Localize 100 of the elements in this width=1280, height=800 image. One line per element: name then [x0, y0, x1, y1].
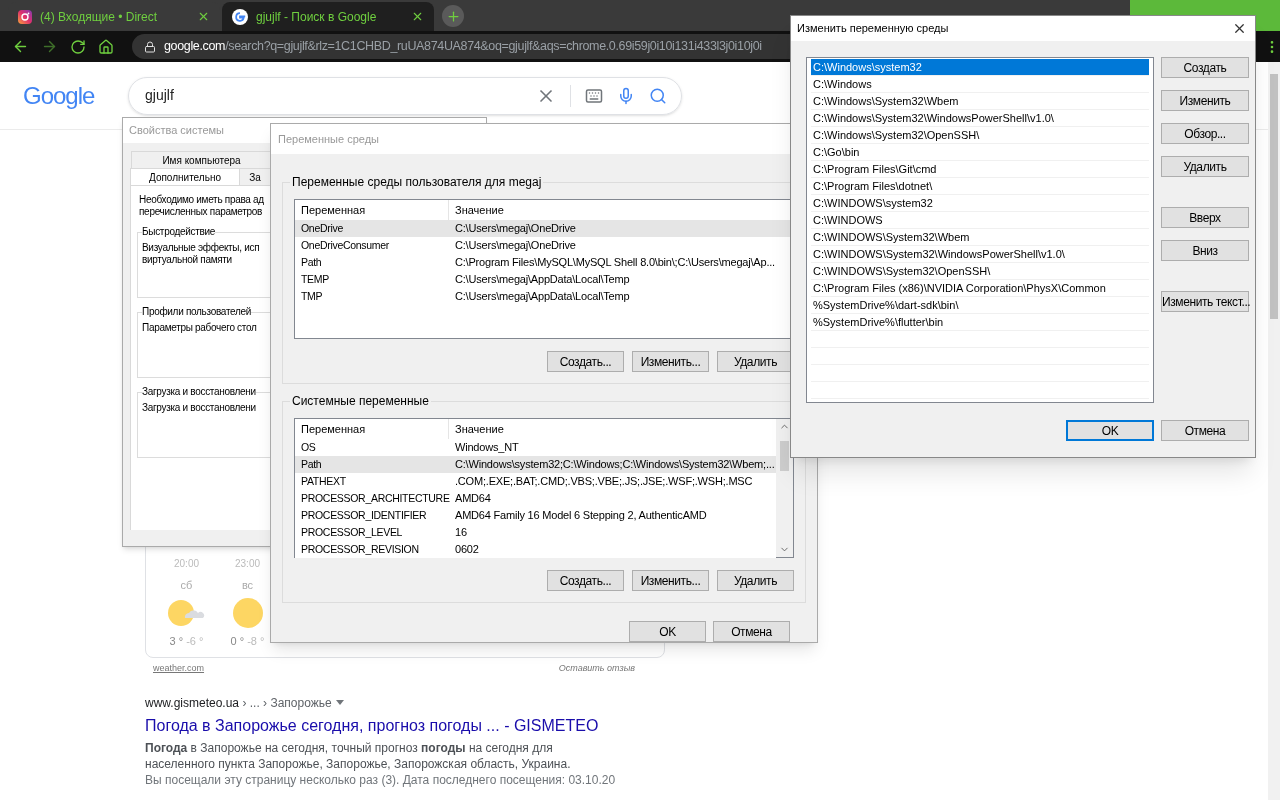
source-link[interactable]: weather.com	[153, 662, 205, 676]
tab[interactable]: Имя компьютера	[131, 151, 271, 168]
url-text: google.com/search?q=gjujlf&rlz=1C1CHBD_ruUA874UA874&oq=gjujlf&aqs=chrome.0.69i59j0i10i131i433l3j0i10j0i	[164, 38, 762, 56]
list-item[interactable]: C:\Windows\system32	[811, 59, 1149, 76]
column-header[interactable]: Значение	[449, 419, 776, 439]
close-icon[interactable]	[411, 10, 424, 23]
table-cell-text: PROCESSOR_REVISION	[300, 541, 420, 557]
table-cell-text: TMP	[300, 288, 324, 304]
feedback-link[interactable]: Оставить отзыв	[558, 662, 635, 676]
forward-icon[interactable]	[41, 38, 58, 55]
visit-note: Вы посещали эту страницу несколько раз (3). Дата последнего посещения: 03.10.20	[145, 771, 616, 788]
sun-icon	[232, 598, 263, 628]
dialog-button[interactable]: OK	[1066, 420, 1154, 441]
scrollbar[interactable]	[776, 419, 793, 557]
group-title: Системные переменные	[291, 393, 430, 410]
home-icon[interactable]	[98, 38, 114, 55]
scroll-thumb[interactable]	[780, 441, 789, 471]
table-cell-text: OneDriveConsumer	[300, 237, 390, 253]
description-text: Необходимо иметь права ад	[139, 194, 265, 206]
dialog-button[interactable]: Изменить текст...	[1161, 291, 1249, 312]
microphone-icon[interactable]	[617, 86, 635, 105]
table-cell-text: C:\Users\megaj\AppData\Local\Temp	[454, 289, 631, 305]
temperature: 0 ° -8 °	[230, 633, 265, 649]
dialog-button[interactable]: Обзор...	[1161, 123, 1249, 144]
result-title[interactable]: Погода в Запорожье сегодня, прогноз погоды ... - GISMETEO	[145, 713, 599, 738]
tab-title: gjujlf - Поиск в Google	[256, 8, 378, 26]
result-url: www.gismeteo.ua › ... › Запорожье	[145, 694, 332, 712]
back-icon[interactable]	[12, 38, 29, 55]
table-cell-text: C:\Windows\system32;C:\Windows;C:\Windows\System32\Wbem;...	[454, 457, 776, 473]
dialog-button[interactable]: Вниз	[1161, 240, 1249, 261]
table-cell-text: Path	[300, 254, 323, 270]
google-g-icon	[232, 8, 248, 25]
group-title: Загрузка и восстановлени	[142, 386, 256, 398]
browser-tab[interactable]: gjujlf - Поиск в Google	[222, 2, 434, 31]
day-label: вс	[241, 578, 254, 593]
close-icon[interactable]	[1232, 21, 1247, 36]
table-cell-text: Path	[300, 456, 323, 472]
dialog-button[interactable]: Создать	[1161, 57, 1249, 78]
google-logo[interactable]: Google	[23, 77, 128, 114]
forecast-day[interactable]: сб 3 ° -6 °	[156, 577, 217, 649]
table-cell-text: OneDrive	[300, 220, 344, 236]
new-tab-button[interactable]	[442, 5, 464, 27]
description-text: перечисленных параметров	[139, 206, 263, 218]
dialog-button[interactable]: Изменить	[1161, 90, 1249, 111]
dialog-button[interactable]: Удалить	[1161, 156, 1249, 177]
group-title: Профили пользователей	[142, 306, 252, 318]
day-label: сб	[180, 578, 193, 593]
window-title: Переменные среды	[278, 131, 379, 147]
dialog-button[interactable]: OK	[629, 621, 706, 642]
table-cell-text: PROCESSOR_IDENTIFIER	[300, 507, 428, 523]
tab[interactable]: За	[239, 168, 270, 185]
search-query: gjujlf	[145, 86, 175, 105]
table-cell-text: TEMP	[300, 271, 330, 287]
forecast-time: 20:00	[173, 557, 200, 571]
page-scrollbar[interactable]	[1268, 62, 1280, 800]
group-text: Загрузка и восстановлени	[142, 402, 257, 414]
table-cell-text: C:\Users\megaj\OneDrive	[454, 221, 577, 237]
dialog-button[interactable]: Изменить...	[632, 351, 709, 372]
search-icon[interactable]	[649, 86, 667, 105]
dialog-button[interactable]: Отмена	[713, 621, 790, 642]
temperature: 3 ° -6 °	[169, 633, 204, 649]
table-cell-text: OS	[300, 439, 317, 455]
table-cell-text: Windows_NT	[454, 440, 520, 456]
keyboard-icon[interactable]	[585, 86, 603, 105]
forecast-time: 23:00	[234, 557, 261, 571]
dialog-button[interactable]: Создать...	[547, 570, 624, 591]
reload-icon[interactable]	[70, 38, 86, 55]
table-cell-text: 0602	[454, 542, 480, 558]
window-title: Изменить переменную среды	[797, 21, 949, 37]
tab[interactable]: Дополнительно	[130, 168, 239, 185]
dialog-button[interactable]: Удалить	[717, 570, 794, 591]
lock-icon	[144, 40, 156, 53]
table-cell-text: AMD64 Family 16 Model 6 Stepping 2, AuthenticAMD	[454, 508, 708, 524]
dialog-button[interactable]: Создать...	[547, 351, 624, 372]
camera-app-icon	[18, 9, 32, 24]
group-title: Быстродействие	[142, 226, 216, 238]
table-cell-text: C:\Users\megaj\OneDrive	[454, 238, 577, 254]
table-cell-text: C:\Users\megaj\AppData\Local\Temp	[454, 272, 631, 288]
group-text: Визуальные эффекты, исп	[142, 242, 261, 254]
group-text: виртуальной памяти	[142, 254, 233, 266]
dialog-button[interactable]: Вверх	[1161, 207, 1249, 228]
dialog-button[interactable]: Изменить...	[632, 570, 709, 591]
close-icon[interactable]	[197, 10, 210, 23]
sun-cloud-icon	[167, 599, 206, 627]
group-text: Параметры рабочего стол	[142, 322, 258, 334]
table-cell-text: C:\Program Files\MySQL\MySQL Shell 8.0\bin\;C:\Users\megaj\Ap...	[454, 255, 776, 271]
table-row[interactable]: Path C:\Windows\system32;C:\Windows;C:\Windows\System32\Wbem;...	[295, 456, 776, 473]
tab-title: (4) Входящие • Direct	[40, 8, 159, 26]
table-cell-text: .COM;.EXE;.BAT;.CMD;.VBS;.VBE;.JS;.JSE;.WSF;.WSH;.MSC	[454, 474, 754, 490]
group-title: Переменные среды пользователя для megaj	[291, 174, 543, 191]
table-cell-text: AMD64	[454, 491, 492, 507]
table-cell-text: PATHEXT	[300, 473, 347, 489]
plus-icon	[445, 8, 461, 24]
window-title: Свойства системы	[129, 123, 224, 139]
forecast-day[interactable]: вс 0 ° -8 °	[217, 577, 278, 649]
table-cell-text: PROCESSOR_LEVEL	[300, 524, 404, 540]
table-cell-text: 16	[454, 525, 468, 541]
caret-icon[interactable]	[335, 700, 344, 705]
dialog-button[interactable]: Отмена	[1161, 420, 1249, 441]
table-cell-text: PROCESSOR_ARCHITECTURE	[300, 490, 449, 506]
